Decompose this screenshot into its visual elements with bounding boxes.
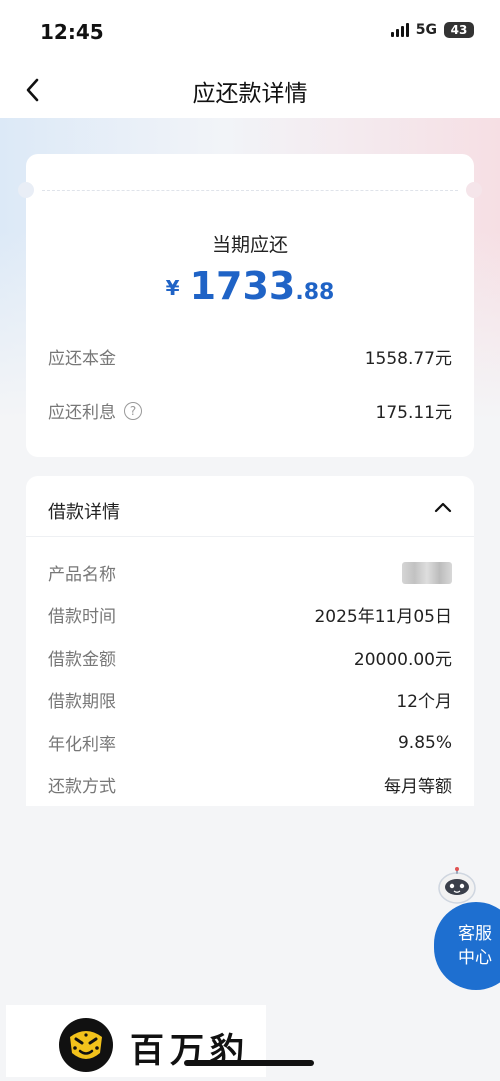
detail-label: 年化利率 xyxy=(48,735,116,755)
interest-label-wrap: 应还利息 ? xyxy=(48,398,142,423)
status-time: 12:45 xyxy=(40,20,104,44)
detail-row-rate: 年化利率 9.85% xyxy=(48,730,452,756)
detail-row-product: 产品名称 xyxy=(48,560,452,585)
detail-label: 借款金额 xyxy=(48,650,116,670)
principal-row: 应还本金 1558.77元 xyxy=(48,344,452,369)
detail-value: 9.85% xyxy=(397,732,452,753)
signal-icon xyxy=(390,23,409,37)
redacted-value xyxy=(402,561,452,584)
loan-details-title: 借款详情 xyxy=(48,502,120,523)
network-type: 5G xyxy=(415,22,437,38)
detail-label: 还款方式 xyxy=(48,777,116,797)
chevron-up-icon[interactable] xyxy=(434,500,452,514)
battery-icon: 43 xyxy=(444,22,474,38)
detail-label: 借款时间 xyxy=(48,607,116,627)
interest-value: 175.11元 xyxy=(375,403,452,423)
status-indicators: 5G 43 xyxy=(390,22,474,38)
loan-details-card: 借款详情 产品名称 借款时间 2025年11月05日 借款金额 20000.00… xyxy=(26,476,474,806)
customer-service-line2: 中心 xyxy=(458,948,492,968)
current-due-label: 当期应还 xyxy=(211,234,288,256)
detail-value: 20000.00元 xyxy=(353,650,452,670)
interest-label: 应还利息 xyxy=(48,403,116,423)
amount-integer: 1733 xyxy=(189,264,296,308)
currency-symbol: ¥ xyxy=(165,276,180,300)
detail-label: 借款期限 xyxy=(48,692,116,712)
detail-label: 产品名称 xyxy=(48,565,116,585)
detail-row-method: 还款方式 每月等额 xyxy=(48,772,452,797)
ticket-notch-left xyxy=(18,182,34,198)
amount-decimal: .88 xyxy=(295,280,335,305)
detail-value: 2025年11月05日 xyxy=(314,607,452,627)
detail-value: 每月等额 xyxy=(384,777,452,797)
page-title: 应还款详情 xyxy=(192,81,308,107)
customer-service-line1: 客服 xyxy=(458,924,492,944)
dashed-divider xyxy=(42,190,458,191)
home-indicator[interactable] xyxy=(184,1060,314,1066)
detail-value: 12个月 xyxy=(396,692,452,712)
detail-row-date: 借款时间 2025年11月05日 xyxy=(48,602,452,627)
status-bar: 12:45 5G 43 xyxy=(0,0,500,62)
robot-mascot-icon[interactable] xyxy=(436,866,478,906)
interest-row: 应还利息 ? 175.11元 xyxy=(48,398,452,423)
nav-bar: 应还款详情 xyxy=(0,62,500,118)
brand-watermark: 百万豹 xyxy=(6,1005,266,1077)
leopard-logo-icon xyxy=(59,1018,113,1072)
detail-row-term: 借款期限 12个月 xyxy=(48,687,452,712)
detail-row-amount: 借款金额 20000.00元 xyxy=(48,645,452,670)
repayment-summary-card: 当期应还 ¥1733.88 应还本金 1558.77元 应还利息 ? 175.1… xyxy=(18,154,482,457)
principal-label: 应还本金 xyxy=(48,349,116,369)
loan-details-header[interactable]: 借款详情 xyxy=(26,476,474,537)
ticket-notch-right xyxy=(466,182,482,198)
customer-service-button[interactable]: 客服 中心 xyxy=(434,902,500,990)
current-due-amount: ¥1733.88 xyxy=(26,264,474,308)
principal-value: 1558.77元 xyxy=(364,349,452,369)
question-circle-icon[interactable]: ? xyxy=(124,401,142,420)
